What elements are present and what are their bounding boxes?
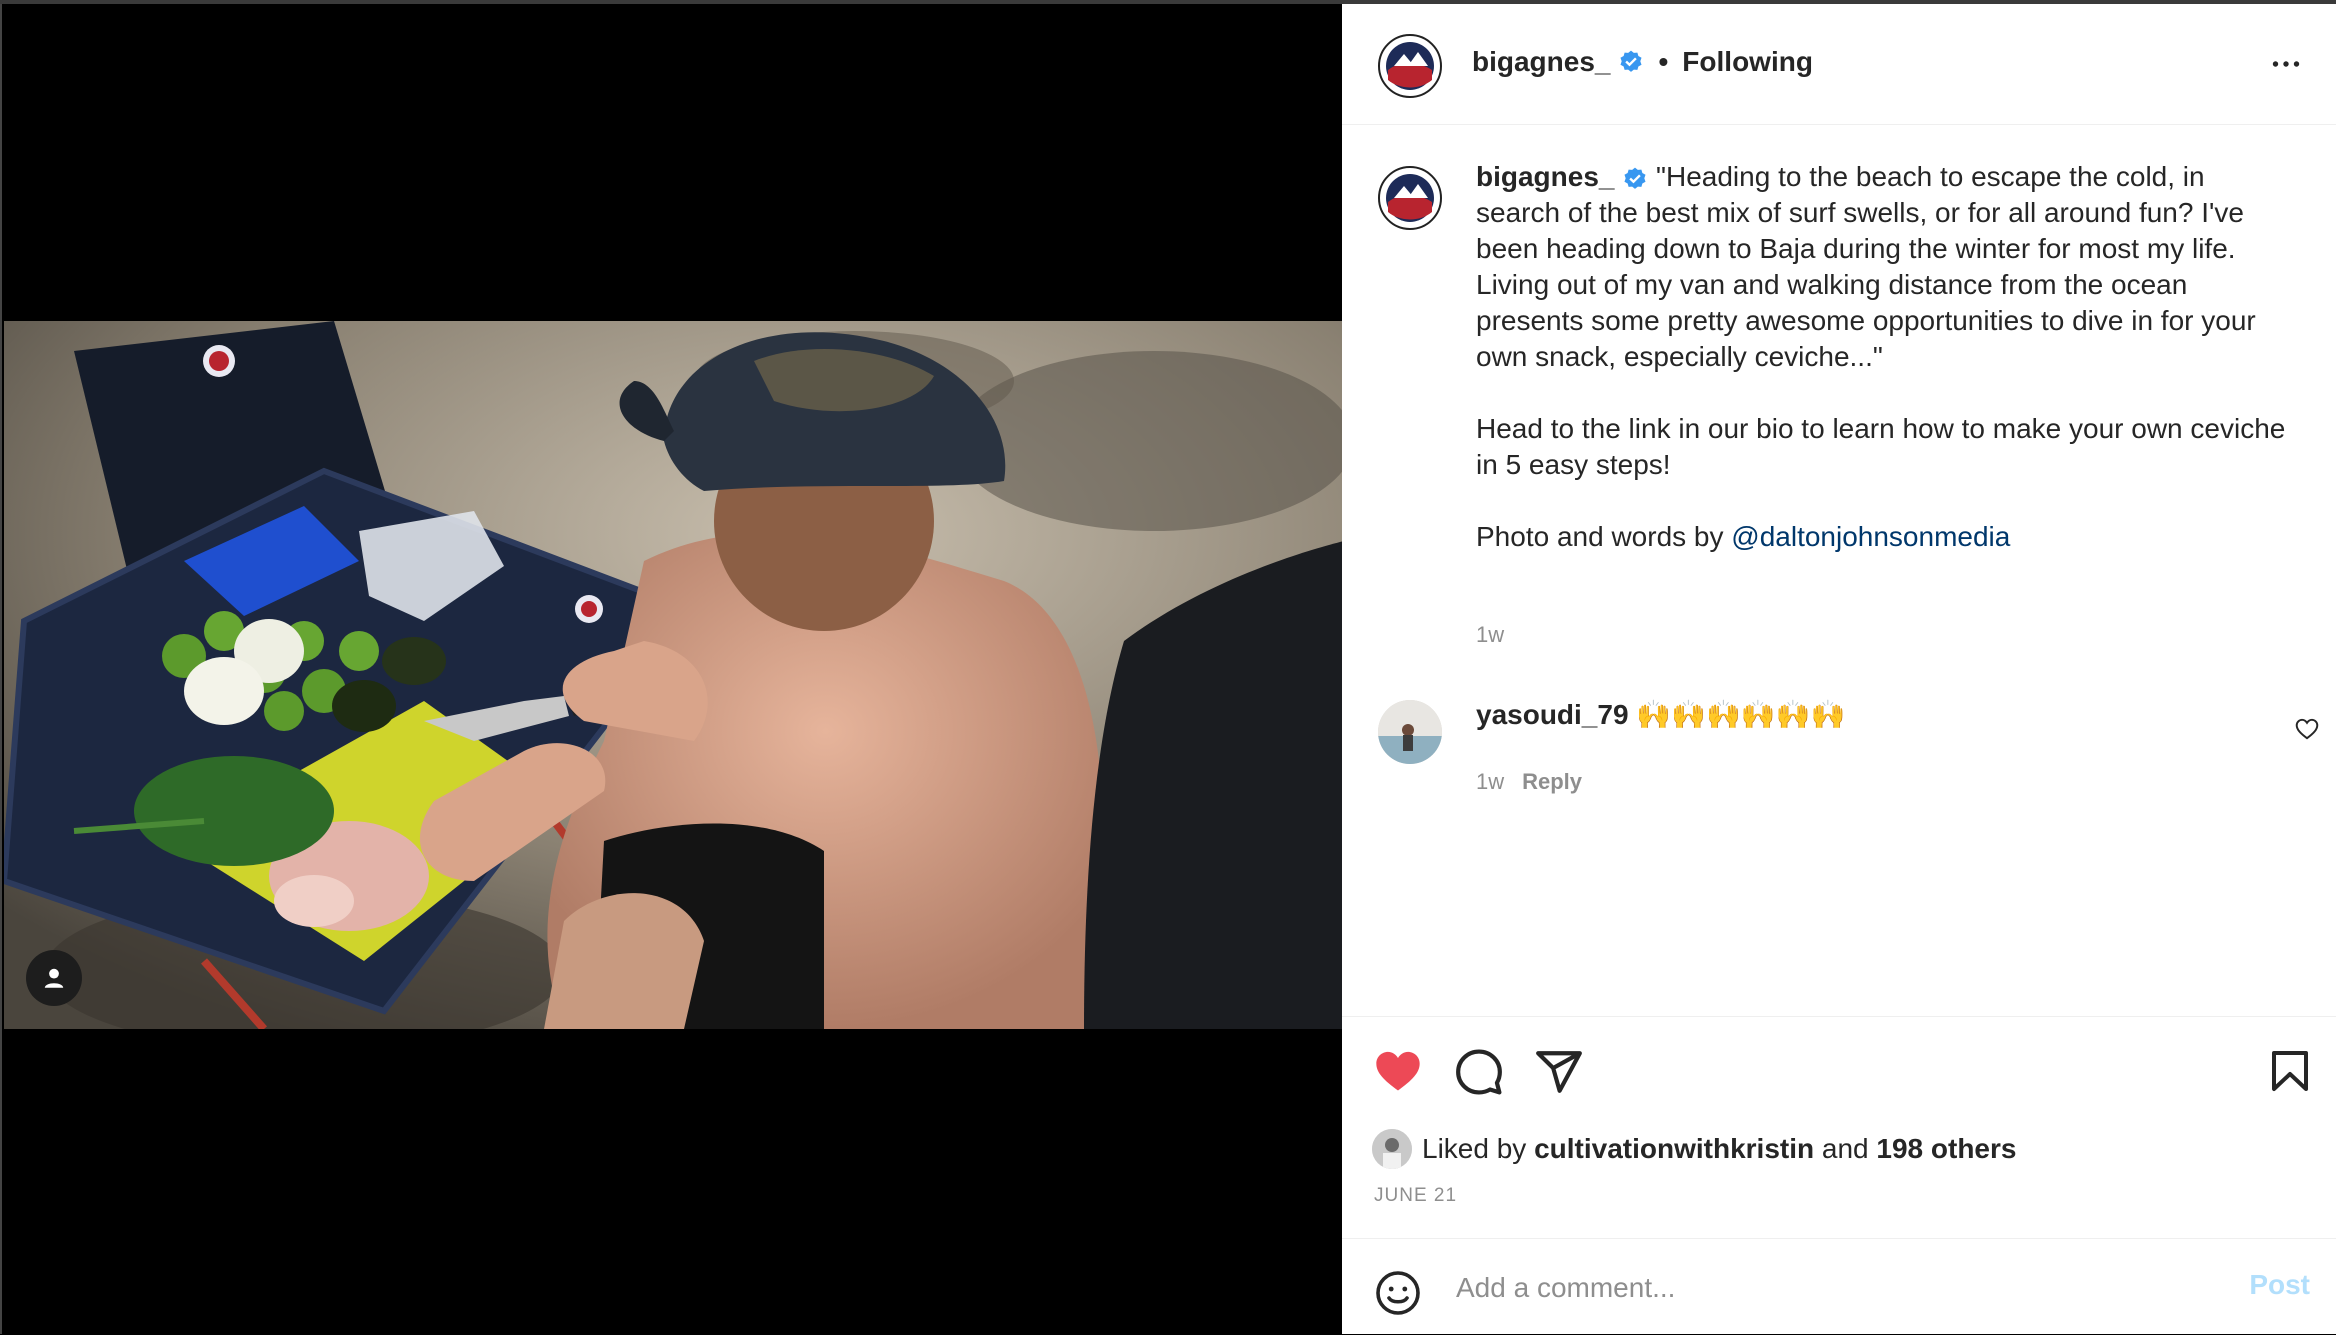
likes-middle: and [1814, 1133, 1877, 1164]
post-photo[interactable] [4, 321, 1344, 1029]
add-comment-bar: Post [1342, 1238, 2336, 1335]
post-comment-button[interactable]: Post [2249, 1269, 2310, 1301]
caption-paragraph-1: bigagnes_ "Heading to the beach to escap… [1476, 159, 2296, 375]
save-button[interactable] [2266, 1047, 2314, 1100]
verified-badge-icon [1620, 50, 1642, 72]
header-username[interactable]: bigagnes_ [1472, 46, 1610, 78]
paper-plane-icon [1536, 1051, 1582, 1093]
likes-prefix: Liked by [1422, 1133, 1535, 1164]
emoji-icon [1376, 1271, 1420, 1315]
comment-timestamp[interactable]: 1w [1476, 769, 1504, 794]
following-button[interactable]: Following [1682, 46, 1813, 78]
comment-username[interactable]: yasoudi_79 [1476, 699, 1629, 730]
comment-like-button[interactable] [2294, 716, 2320, 747]
comment-bubble-icon [1456, 1049, 1502, 1095]
post-media-area [0, 4, 1344, 1334]
separator-dot: • [1658, 46, 1669, 77]
bookmark-icon [2272, 1051, 2308, 1091]
more-options-button[interactable] [2268, 46, 2304, 87]
brand-logo [1382, 170, 1438, 226]
liker-username[interactable]: cultivationwithkristin [1534, 1133, 1814, 1164]
heart-filled-icon [1376, 1051, 1420, 1091]
comment-text: 🙌🙌🙌🙌🙌🙌 [1636, 699, 1846, 730]
likes-summary: Liked by cultivationwithkristin and 198 … [1372, 1129, 2016, 1169]
heart-outline-icon [2295, 718, 2319, 740]
reply-button[interactable]: Reply [1522, 769, 1582, 794]
verified-badge-icon [1624, 167, 1646, 189]
comment-button[interactable] [1454, 1047, 1504, 1102]
caption-text-1: "Heading to the beach to escape the cold… [1476, 161, 2256, 372]
credit-mention-link[interactable]: @daltonjohnsonmedia [1731, 521, 2010, 552]
like-button[interactable] [1372, 1045, 1424, 1102]
more-options-icon [2272, 61, 2300, 67]
caption-paragraph-2: Head to the link in our bio to learn how… [1476, 413, 2286, 480]
liker-photo [1372, 1129, 1412, 1169]
header-user-row: bigagnes_ • Following [1472, 46, 1813, 78]
tagged-users-button[interactable] [26, 950, 82, 1006]
commenter-photo [1378, 700, 1442, 764]
caption-timestamp[interactable]: 1w [1476, 622, 1504, 648]
post-side-panel: bigagnes_ • Following bigagnes_ "Heading… [1342, 4, 2336, 1334]
credit-prefix: Photo and words by [1476, 521, 1732, 552]
caption-username[interactable]: bigagnes_ [1476, 161, 1614, 192]
comment-input[interactable] [1454, 1259, 2178, 1317]
brand-logo [1382, 38, 1438, 94]
likes-others-link[interactable]: 198 others [1876, 1133, 2016, 1164]
post-caption: bigagnes_ "Heading to the beach to escap… [1476, 159, 2296, 591]
post-actions: Liked by cultivationwithkristin and 198 … [1342, 1016, 2336, 1237]
caption-credit: Photo and words by @daltonjohnsonmedia [1476, 519, 2296, 555]
commenter-avatar[interactable] [1378, 700, 1442, 764]
liker-avatar[interactable] [1372, 1129, 1412, 1169]
post-header: bigagnes_ • Following [1342, 4, 2336, 125]
comment-meta: 1w Reply [1476, 769, 1582, 795]
comment-row: yasoudi_79 🙌🙌🙌🙌🙌🙌 [1476, 698, 1846, 731]
author-avatar[interactable] [1378, 34, 1442, 98]
post-date[interactable]: JUNE 21 [1374, 1185, 1457, 1207]
caption-author-avatar[interactable] [1378, 166, 1442, 230]
emoji-button[interactable] [1374, 1269, 1422, 1322]
share-button[interactable] [1534, 1047, 1584, 1102]
user-tag-icon [44, 968, 64, 988]
